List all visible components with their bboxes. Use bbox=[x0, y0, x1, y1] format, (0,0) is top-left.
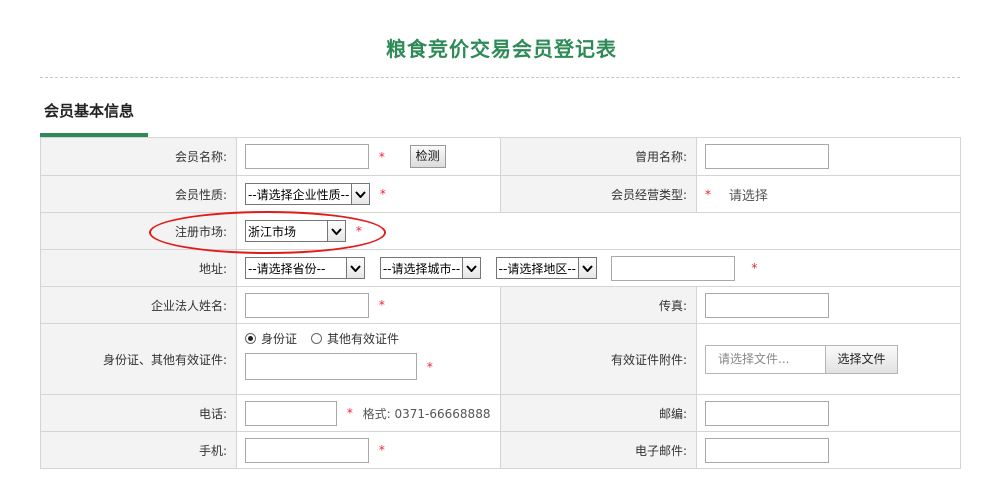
chevron-down-icon bbox=[577, 258, 596, 278]
address-detail-input[interactable] bbox=[611, 255, 736, 281]
chevron-down-icon bbox=[461, 258, 480, 278]
email-cell bbox=[696, 431, 961, 469]
attachment-cell: 请选择文件... 选择文件 bbox=[696, 323, 961, 395]
fax-cell bbox=[696, 286, 961, 324]
address-cell: --请选择省份-- --请选择城市-- --请选择地区-- * bbox=[236, 249, 961, 287]
member-name-label: 会员名称: bbox=[40, 137, 237, 176]
mobile-cell: * bbox=[236, 431, 501, 469]
attachment-label: 有效证件附件: bbox=[500, 323, 697, 395]
market-label: 注册市场: bbox=[40, 212, 237, 250]
market-selected: 浙江市场 bbox=[248, 224, 297, 239]
radio-other-id-label: 其他有效证件 bbox=[327, 332, 400, 346]
form-row: 企业法人姓名: * 传真: bbox=[40, 286, 961, 324]
required-mark: * bbox=[378, 443, 385, 457]
former-name-input[interactable] bbox=[705, 144, 829, 169]
page-title: 粮食竞价交易会员登记表 bbox=[386, 37, 617, 61]
postcode-input[interactable] bbox=[705, 400, 829, 426]
business-type-label: 会员经营类型: bbox=[500, 175, 697, 213]
section-title: 会员基本信息 bbox=[44, 102, 135, 120]
phone-input[interactable] bbox=[245, 400, 337, 426]
chevron-down-icon bbox=[327, 221, 345, 241]
email-input[interactable] bbox=[705, 437, 829, 463]
required-mark: * bbox=[751, 261, 758, 275]
form-row: 会员性质: --请选择企业性质-- * 会员经营类型: * 请选择 bbox=[40, 175, 961, 213]
email-label: 电子邮件: bbox=[500, 431, 697, 469]
required-mark: * bbox=[378, 298, 385, 312]
business-type-cell: * 请选择 bbox=[696, 175, 961, 213]
form-row: 会员名称: * 检测 曾用名称: bbox=[40, 137, 961, 176]
check-name-button[interactable]: 检测 bbox=[409, 145, 446, 168]
radio-id-card-label: 身份证 bbox=[261, 332, 298, 346]
id-number-input[interactable] bbox=[245, 353, 417, 380]
form-row: 地址: --请选择省份-- --请选择城市-- --请选择地区-- * bbox=[40, 249, 961, 287]
required-mark: * bbox=[355, 224, 362, 238]
form-row: 手机: * 电子邮件: bbox=[40, 431, 961, 469]
mobile-label: 手机: bbox=[40, 431, 237, 469]
title-divider bbox=[40, 77, 960, 78]
member-nature-label: 会员性质: bbox=[40, 175, 237, 213]
member-name-input[interactable] bbox=[245, 144, 369, 169]
postcode-label: 邮编: bbox=[500, 394, 697, 432]
member-form-table: 会员名称: * 检测 曾用名称: 会员性质: --请选择企业性质-- * 会员经… bbox=[40, 137, 961, 469]
phone-format-hint: 格式: 0371-66668888 bbox=[362, 406, 491, 421]
postcode-cell bbox=[696, 394, 961, 432]
former-name-label: 曾用名称: bbox=[500, 137, 697, 176]
required-mark: * bbox=[378, 149, 385, 164]
required-mark: * bbox=[346, 406, 353, 420]
business-type-picker[interactable]: 请选择 bbox=[729, 189, 768, 204]
radio-id-card[interactable] bbox=[245, 333, 256, 344]
radio-other-id[interactable] bbox=[311, 333, 323, 344]
market-select[interactable]: 浙江市场 bbox=[245, 220, 346, 242]
member-nature-selected: --请选择企业性质-- bbox=[248, 187, 350, 202]
id-type-cell: 身份证 其他有效证件 * bbox=[236, 323, 501, 395]
form-row: 注册市场: 浙江市场 * bbox=[40, 212, 961, 250]
market-cell: 浙江市场 * bbox=[236, 212, 961, 250]
member-name-cell: * 检测 bbox=[236, 137, 501, 176]
legal-name-cell: * bbox=[236, 286, 501, 324]
phone-cell: * 格式: 0371-66668888 bbox=[236, 394, 501, 432]
city-select[interactable]: --请选择城市-- bbox=[379, 257, 481, 279]
required-mark: * bbox=[705, 187, 711, 201]
legal-name-label: 企业法人姓名: bbox=[40, 286, 237, 324]
fax-input[interactable] bbox=[705, 292, 829, 318]
required-mark: * bbox=[426, 359, 433, 374]
required-mark: * bbox=[379, 187, 386, 201]
former-name-cell bbox=[696, 137, 961, 176]
chevron-down-icon bbox=[346, 258, 364, 278]
member-nature-cell: --请选择企业性质-- * bbox=[236, 175, 501, 213]
phone-label: 电话: bbox=[40, 394, 237, 432]
address-label: 地址: bbox=[40, 249, 237, 287]
legal-name-input[interactable] bbox=[245, 292, 369, 318]
province-select[interactable]: --请选择省份-- bbox=[245, 257, 365, 279]
form-row: 电话: * 格式: 0371-66668888 邮编: bbox=[40, 394, 961, 432]
member-nature-select[interactable]: --请选择企业性质-- bbox=[245, 183, 370, 205]
id-type-label: 身份证、其他有效证件: bbox=[40, 323, 237, 395]
district-select[interactable]: --请选择地区-- bbox=[495, 257, 597, 279]
chevron-down-icon bbox=[351, 184, 369, 204]
city-selected: --请选择城市-- bbox=[382, 261, 461, 276]
district-selected: --请选择地区-- bbox=[498, 261, 576, 276]
form-row: 身份证、其他有效证件: 身份证 其他有效证件 * 有效证件附件: 请选择文件..… bbox=[40, 323, 961, 395]
fax-label: 传真: bbox=[500, 286, 697, 324]
province-selected: --请选择省份-- bbox=[248, 261, 326, 276]
choose-file-button[interactable]: 选择文件 bbox=[825, 345, 897, 373]
file-picker[interactable]: 请选择文件... 选择文件 bbox=[705, 344, 898, 374]
mobile-input[interactable] bbox=[245, 437, 369, 463]
file-name-placeholder: 请选择文件... bbox=[718, 351, 790, 366]
